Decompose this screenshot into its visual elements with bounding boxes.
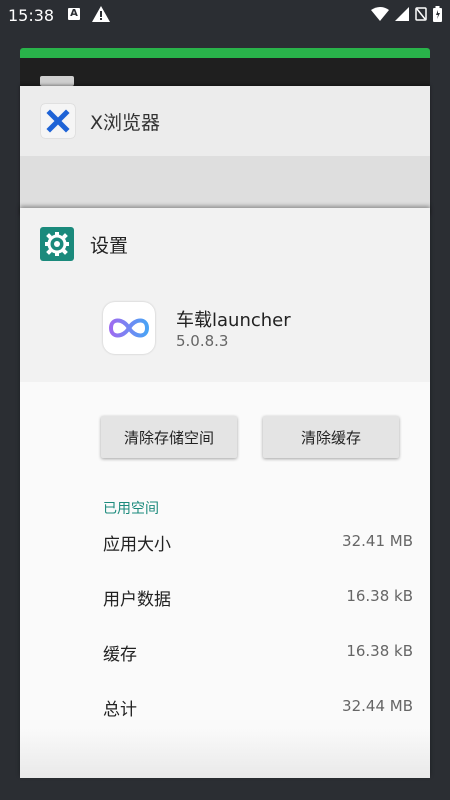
bottom-fade	[20, 728, 430, 778]
recent-card-tab	[40, 76, 74, 86]
recent-card-settings[interactable]: 设置 车载launcher 5.0.8.3 清除存储空间 清除缓存 已用空间 应…	[20, 208, 430, 778]
row-value: 32.44 MB	[342, 697, 413, 715]
row-value: 16.38 kB	[346, 587, 413, 605]
card-header: 设置	[20, 208, 430, 280]
row-label: 缓存	[103, 645, 137, 665]
card-title: X浏览器	[90, 112, 161, 134]
clear-cache-button[interactable]: 清除缓存	[263, 416, 399, 458]
wifi-icon	[371, 7, 389, 25]
section-label-storage-used: 已用空间	[103, 501, 159, 517]
storage-row-app-size: 应用大小 32.41 MB	[103, 530, 413, 555]
card-preview	[20, 156, 430, 216]
battery-icon	[433, 6, 442, 26]
storage-row-cache: 缓存 16.38 kB	[103, 640, 413, 665]
app-name: 车载launcher	[176, 310, 291, 331]
x-browser-icon	[41, 104, 75, 138]
gear-icon	[40, 227, 74, 261]
card-title: 设置	[90, 235, 129, 257]
infinity-icon	[103, 302, 155, 354]
no-sim-icon	[415, 7, 427, 25]
signal-icon	[395, 7, 409, 25]
row-label: 用户数据	[103, 590, 171, 610]
status-bar: 15:38 A	[0, 0, 450, 32]
row-value: 16.38 kB	[346, 642, 413, 660]
recent-card-x-browser[interactable]: X浏览器	[20, 86, 430, 216]
row-label: 总计	[103, 700, 137, 720]
card-header: X浏览器	[20, 86, 430, 156]
storage-row-user-data: 用户数据 16.38 kB	[103, 585, 413, 610]
app-info: 车载launcher 5.0.8.3	[20, 280, 430, 382]
clear-storage-button[interactable]: 清除存储空间	[101, 416, 237, 458]
row-value: 32.41 MB	[342, 532, 413, 550]
status-time: 15:38	[8, 6, 55, 25]
warning-icon	[92, 6, 110, 26]
storage-row-total: 总计 32.44 MB	[103, 695, 413, 720]
a-badge-icon: A	[68, 8, 80, 20]
row-label: 应用大小	[103, 535, 171, 555]
app-version: 5.0.8.3	[176, 332, 229, 350]
